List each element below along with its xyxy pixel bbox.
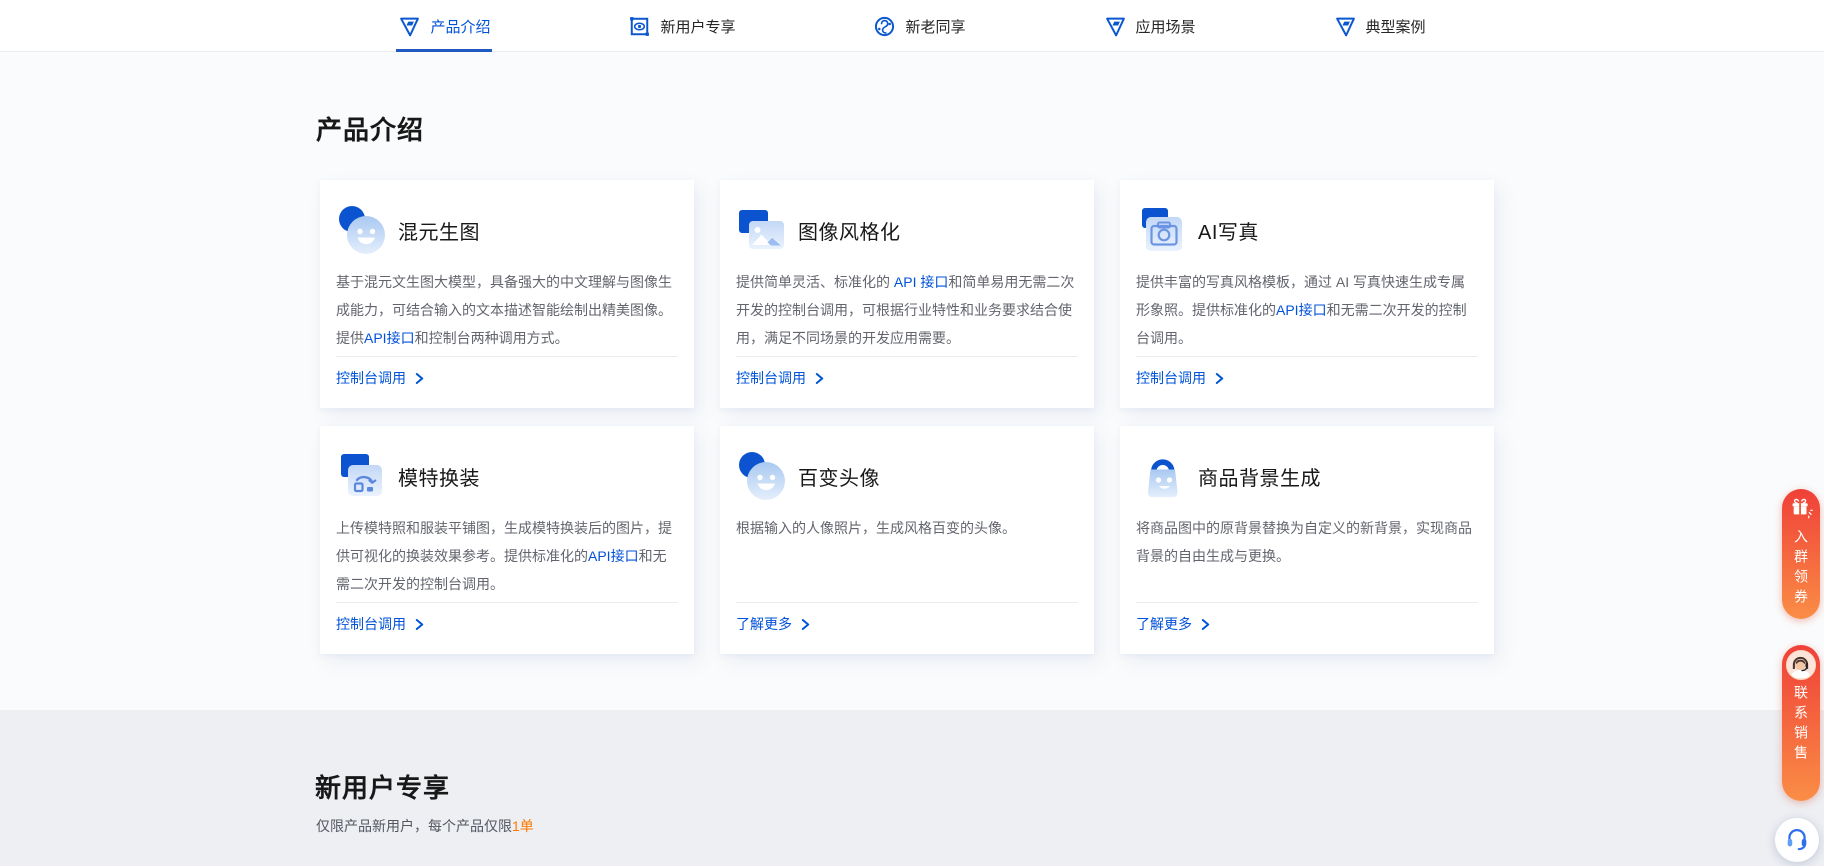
tab-new-user[interactable]: 新用户专享 (628, 0, 735, 52)
card-title: 模特换装 (398, 462, 480, 491)
card-title: AI写真 (1198, 216, 1259, 245)
chevron-right-icon (1201, 619, 1210, 630)
funnel-icon (1334, 15, 1357, 38)
limit-highlight: 1单 (512, 818, 534, 834)
page-title: 产品介绍 (316, 110, 424, 147)
tab-typical-cases[interactable]: 典型案例 (1334, 0, 1426, 52)
api-doc-link[interactable]: API接口 (364, 330, 415, 346)
tab-product-intro[interactable]: 产品介绍 (398, 0, 490, 52)
gift-box-icon (628, 15, 651, 38)
divider (736, 602, 1078, 603)
product-card-avatar: 百变头像 根据输入的人像照片，生成风格百变的头像。 了解更多 (720, 426, 1094, 654)
console-call-link[interactable]: 控制台调用 (1136, 368, 1478, 392)
learn-more-link[interactable]: 了解更多 (736, 614, 1078, 638)
chevron-right-icon (801, 619, 810, 630)
product-card-grid: 混元生图 基于混元文生图大模型，具备强大的中文理解与图像生成能力，可结合输入的文… (320, 180, 1494, 654)
tab-label: 应用场景 (1136, 16, 1196, 37)
divider (1136, 356, 1478, 357)
tab-label: 产品介绍 (430, 16, 490, 37)
new-user-title: 新用户专享 (315, 768, 450, 805)
card-description: 基于混元文生图大模型，具备强大的中文理解与图像生成能力，可结合输入的文本描述智能… (336, 268, 678, 352)
card-description: 提供丰富的写真风格模板，通过 AI 写真快速生成专属形象照。提供标准化的API接… (1136, 268, 1478, 352)
card-description: 根据输入的人像照片，生成风格百变的头像。 (736, 514, 1078, 598)
funnel-icon (1104, 15, 1127, 38)
card-title: 百变头像 (798, 462, 880, 491)
sales-avatar (1786, 650, 1816, 680)
product-card-ai-portrait: AI写真 提供丰富的写真风格模板，通过 AI 写真快速生成专属形象照。提供标准化… (1120, 180, 1494, 408)
coupon-label: 入群领券 (1794, 529, 1808, 609)
tab-use-cases[interactable]: 应用场景 (1104, 0, 1196, 52)
product-card-hunyuan: 混元生图 基于混元文生图大模型，具备强大的中文理解与图像生成能力，可结合输入的文… (320, 180, 694, 408)
smiley-avatar-icon (336, 204, 388, 256)
card-description: 将商品图中的原背景替换为自定义的新背景，实现商品背景的自由生成与更换。 (1136, 514, 1478, 598)
chevron-right-icon (415, 373, 424, 384)
join-group-coupon-button[interactable]: 入群领券 (1782, 489, 1820, 619)
customer-service-button[interactable] (1775, 818, 1819, 862)
new-user-section: 新用户专享 仅限产品新用户，每个产品仅限1单 (0, 710, 1824, 866)
learn-more-link[interactable]: 了解更多 (1136, 614, 1478, 638)
tab-label: 新老同享 (905, 16, 965, 37)
smiley-avatar-icon (736, 450, 788, 502)
card-description: 上传模特照和服装平铺图，生成模特换装后的图片，提供可视化的换装效果参考。提供标准… (336, 514, 678, 598)
api-doc-link[interactable]: API接口 (1276, 302, 1327, 318)
product-card-image-style: 图像风格化 提供简单灵活、标准化的 API 接口和简单易用无需二次开发的控制台调… (720, 180, 1094, 408)
headset-icon (1784, 825, 1810, 856)
divider (1136, 602, 1478, 603)
tab-label: 典型案例 (1366, 16, 1426, 37)
image-style-icon (736, 204, 788, 256)
tab-label: 新用户专享 (660, 16, 735, 37)
product-card-model-dressing: 模特换装 上传模特照和服装平铺图，生成模特换装后的图片，提供可视化的换装效果参考… (320, 426, 694, 654)
ai-portrait-camera-icon (1136, 204, 1188, 256)
sales-label: 联系销售 (1794, 685, 1808, 765)
api-doc-link[interactable]: API 接口 (894, 274, 948, 290)
card-description: 提供简单灵活、标准化的 API 接口和简单易用无需二次开发的控制台调用，可根据行… (736, 268, 1078, 352)
console-call-link[interactable]: 控制台调用 (336, 368, 678, 392)
card-title: 商品背景生成 (1198, 462, 1321, 491)
chevron-right-icon (1215, 373, 1224, 384)
funnel-icon (398, 15, 421, 38)
chevron-right-icon (415, 619, 424, 630)
product-card-background-gen: 商品背景生成 将商品图中的原背景替换为自定义的新背景，实现商品背景的自由生成与更… (1120, 426, 1494, 654)
tab-shared-offer[interactable]: 新老同享 (873, 0, 965, 52)
console-call-link[interactable]: 控制台调用 (736, 368, 1078, 392)
divider (336, 356, 678, 357)
section-tab-bar: 产品介绍 新用户专享 新老同享 应用场景 典型案例 (0, 0, 1824, 52)
share-cycle-icon (873, 15, 896, 38)
api-doc-link[interactable]: API接口 (588, 548, 639, 564)
console-call-link[interactable]: 控制台调用 (336, 614, 678, 638)
card-title: 混元生图 (398, 216, 480, 245)
shopping-bag-smiley-icon (1136, 450, 1188, 502)
gift-icon (1789, 497, 1813, 524)
page: 产品介绍 新用户专享 新老同享 应用场景 典型案例 (0, 0, 1824, 866)
new-user-subtitle: 仅限产品新用户，每个产品仅限1单 (316, 816, 534, 836)
product-intro-section: 产品介绍 混元生图 基于混元文生图大模型，具备强大的中文理解与图像生成能力，可结… (0, 52, 1824, 710)
chevron-right-icon (815, 373, 824, 384)
divider (336, 602, 678, 603)
card-title: 图像风格化 (798, 216, 901, 245)
model-dressing-swap-icon (336, 450, 388, 502)
divider (736, 356, 1078, 357)
contact-sales-button[interactable]: 联系销售 (1782, 645, 1820, 801)
